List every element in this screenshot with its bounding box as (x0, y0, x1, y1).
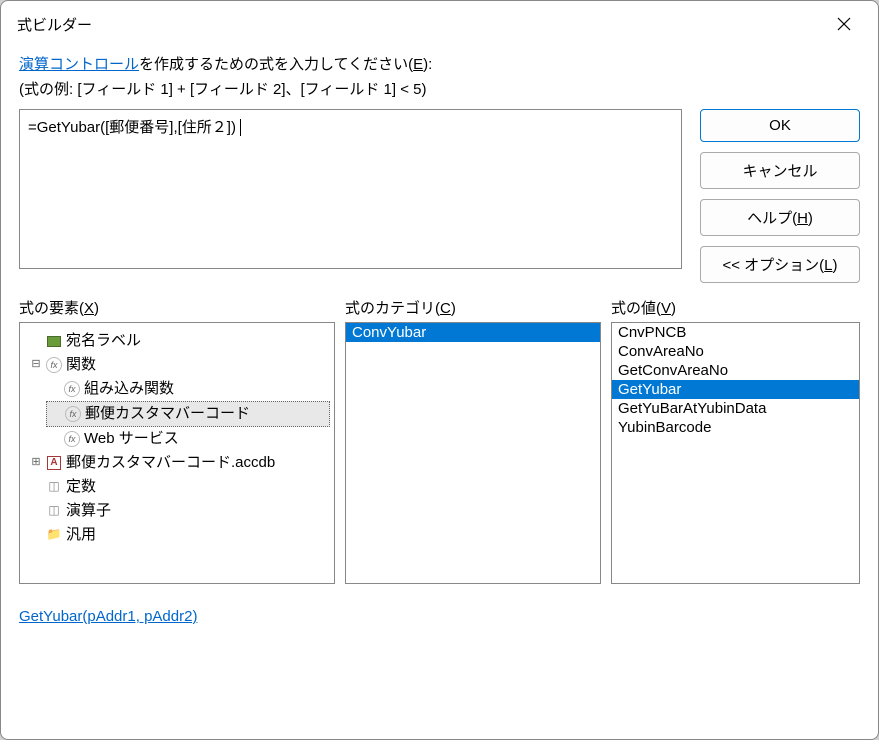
titlebar: 式ビルダー (1, 1, 878, 47)
constant-icon (46, 479, 62, 495)
collapse-icon[interactable]: ⊟ (30, 356, 42, 374)
categories-panel[interactable]: ConvYubar (345, 322, 601, 584)
tree-item-atena-label[interactable]: 宛名ラベル (28, 329, 330, 353)
tree-item-yubin-barcode[interactable]: 郵便カスタマバーコード (46, 401, 330, 427)
expression-builder-window: 式ビルダー 演算コントロールを作成するための式を入力してください(E): (式の… (0, 0, 879, 740)
fx-icon (46, 357, 62, 373)
expression-text: =GetYubar([郵便番号],[住所２]) (28, 119, 236, 136)
instruction-text: 演算コントロールを作成するための式を入力してください(E): (19, 53, 860, 74)
value-item-yubinbarcode[interactable]: YubinBarcode (612, 418, 859, 437)
close-icon (837, 17, 851, 31)
value-item-getconvareano[interactable]: GetConvAreaNo (612, 361, 859, 380)
elements-tree: 宛名ラベル ⊟ 関数 (20, 323, 334, 553)
form-icon (46, 333, 62, 349)
help-button[interactable]: ヘルプ(H) (700, 199, 860, 236)
tree-item-general[interactable]: 汎用 (28, 523, 330, 547)
example-text: (式の例: [フィールド 1] + [フィールド 2]、[フィールド 1] < … (19, 78, 860, 99)
values-label: 式の値(V) (611, 297, 860, 318)
operator-icon (46, 503, 62, 519)
value-item-getyubar[interactable]: GetYubar (612, 380, 859, 399)
value-item-cnvpncb[interactable]: CnvPNCB (612, 323, 859, 342)
expression-input[interactable]: =GetYubar([郵便番号],[住所２]) (19, 109, 682, 269)
folder-icon (46, 527, 62, 543)
categories-label: 式のカテゴリ(C) (345, 297, 601, 318)
window-title: 式ビルダー (17, 14, 92, 35)
fx-icon (64, 431, 80, 447)
cancel-button[interactable]: キャンセル (700, 152, 860, 189)
database-icon (46, 455, 62, 471)
tree-item-operators[interactable]: 演算子 (28, 499, 330, 523)
value-item-getyubaratyubindata[interactable]: GetYuBarAtYubinData (612, 399, 859, 418)
function-signature-link[interactable]: GetYubar(pAddr1, pAddr2) (19, 608, 197, 625)
categories-list: ConvYubar (346, 323, 600, 342)
expand-icon[interactable]: ⊞ (30, 454, 42, 472)
tree-item-web-service[interactable]: Web サービス (46, 427, 330, 451)
options-button[interactable]: << オプション(L) (700, 246, 860, 283)
value-item-convareano[interactable]: ConvAreaNo (612, 342, 859, 361)
top-row: =GetYubar([郵便番号],[住所２]) OK キャンセル ヘルプ(H) … (19, 109, 860, 283)
tree-item-accdb[interactable]: ⊞ 郵便カスタマバーコード.accdb (28, 451, 330, 475)
button-column: OK キャンセル ヘルプ(H) << オプション(L) (700, 109, 860, 283)
ok-button[interactable]: OK (700, 109, 860, 142)
close-button[interactable] (824, 9, 864, 39)
content-area: 演算コントロールを作成するための式を入力してください(E): (式の例: [フィ… (1, 47, 878, 739)
fx-icon (65, 406, 81, 422)
category-item-convyubar[interactable]: ConvYubar (346, 323, 600, 342)
panel-labels: 式の要素(X) 式のカテゴリ(C) 式の値(V) (19, 297, 860, 318)
fx-icon (64, 381, 80, 397)
panels-row: 宛名ラベル ⊟ 関数 (19, 322, 860, 584)
calc-control-link[interactable]: 演算コントロール (19, 56, 139, 73)
values-list: CnvPNCB ConvAreaNo GetConvAreaNo GetYuba… (612, 323, 859, 437)
tree-item-functions[interactable]: ⊟ 関数 (28, 353, 330, 377)
elements-label: 式の要素(X) (19, 297, 335, 318)
values-panel[interactable]: CnvPNCB ConvAreaNo GetConvAreaNo GetYuba… (611, 322, 860, 584)
elements-panel[interactable]: 宛名ラベル ⊟ 関数 (19, 322, 335, 584)
signature-footer: GetYubar(pAddr1, pAddr2) (19, 608, 860, 625)
text-cursor (236, 119, 241, 136)
tree-item-builtin-functions[interactable]: 組み込み関数 (46, 377, 330, 401)
tree-item-constants[interactable]: 定数 (28, 475, 330, 499)
